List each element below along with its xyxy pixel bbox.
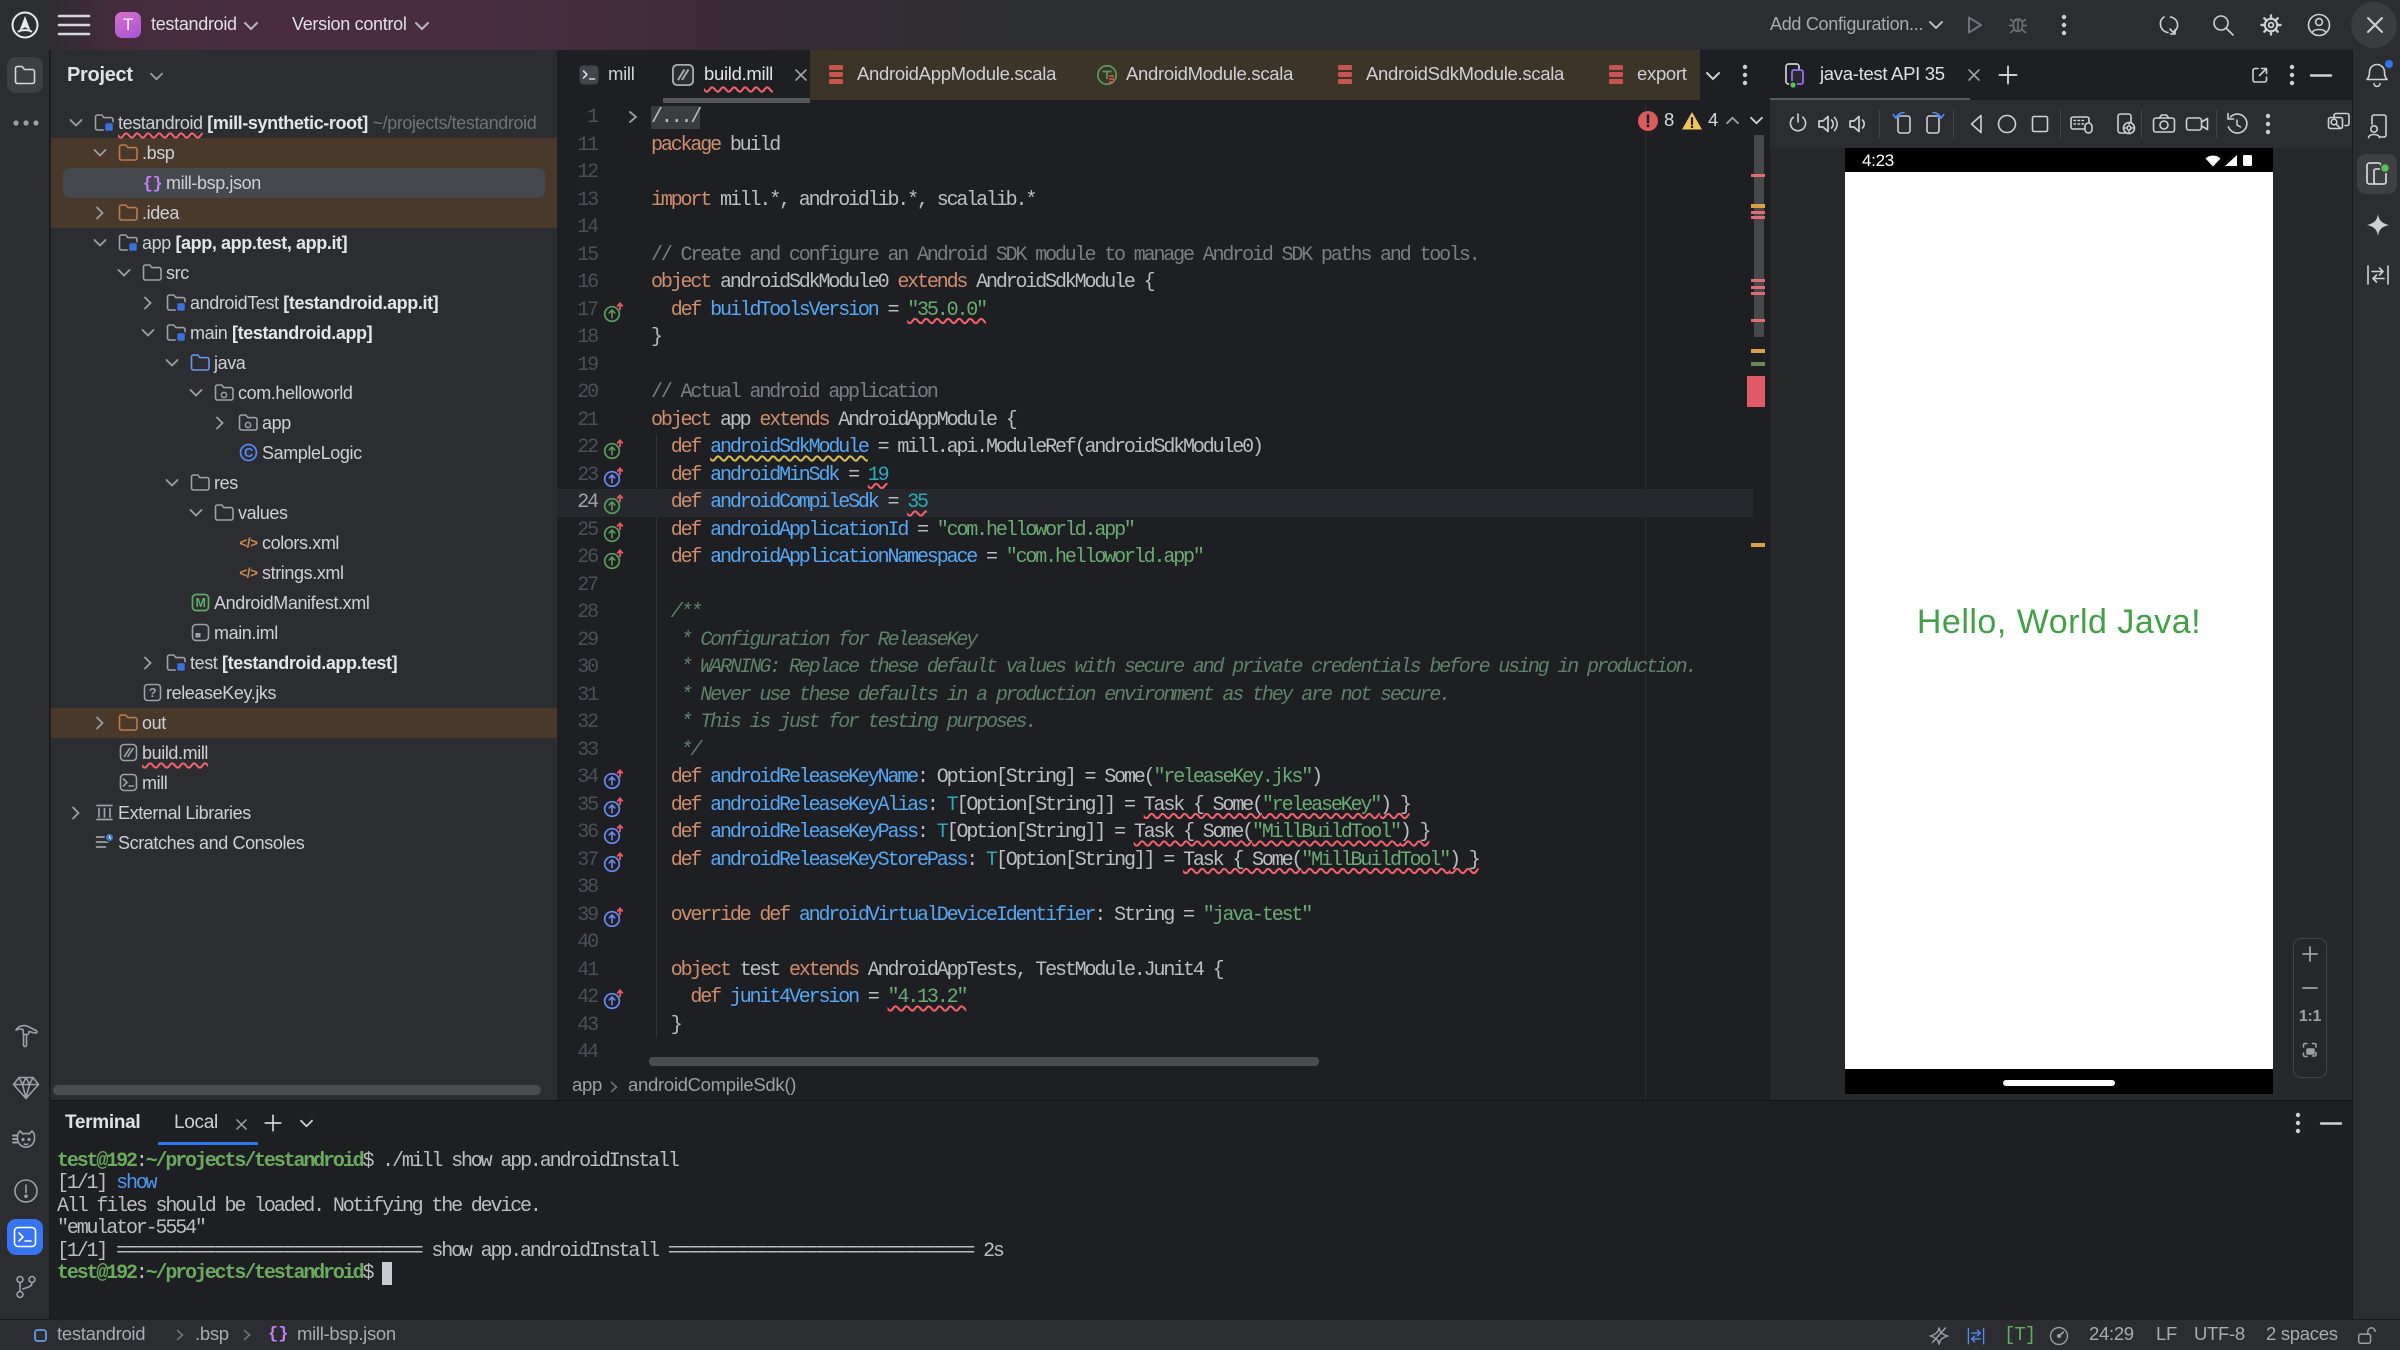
svg-text:?: ? <box>149 685 157 700</box>
svg-text:C: C <box>244 445 254 460</box>
svg-text:</>: </> <box>239 536 258 551</box>
svg-text:</>: </> <box>239 566 258 581</box>
svg-text:{}: {} <box>143 175 163 194</box>
svg-text:M: M <box>195 596 205 610</box>
